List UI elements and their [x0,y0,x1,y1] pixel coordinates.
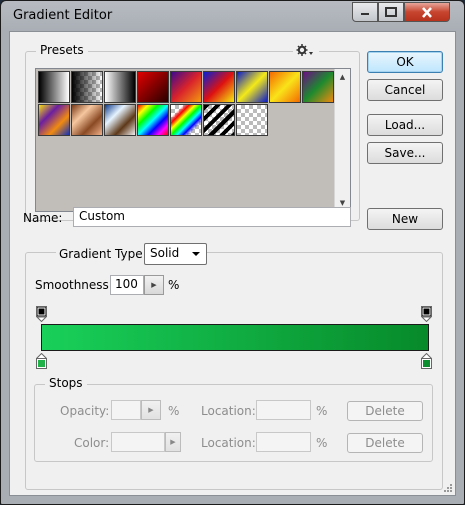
name-label: Name: [23,211,63,225]
opacity-location-field[interactable] [256,400,311,420]
opacity-slider-button[interactable]: ▶ [141,400,161,420]
gear-icon [296,44,313,56]
close-button[interactable] [404,2,450,22]
window-title: Gradient Editor [13,8,113,23]
opacity-stop-icon [36,306,47,322]
presets-scrollbar[interactable]: ▲ ▼ [334,69,350,211]
opacity-field[interactable] [111,400,141,420]
opacity-stop-right[interactable] [421,306,432,322]
color-stop-right[interactable] [421,353,432,369]
new-button[interactable]: New [367,208,443,230]
preset-swatch[interactable] [203,71,235,103]
dialog-body: Presets ▲ ▼ OK Cancel Load... Save... Na… [9,31,456,496]
preset-swatch[interactable] [137,71,169,103]
minimize-button[interactable] [352,2,378,22]
arrow-right-icon: ▶ [148,406,154,414]
smoothness-unit: % [168,278,180,292]
cancel-button[interactable]: Cancel [367,79,443,101]
smoothness-field[interactable]: 100 [110,275,144,295]
delete-color-stop-button[interactable]: Delete [347,433,423,453]
color-location-label: Location: [201,436,256,450]
stops-label: Stops [45,376,87,390]
preset-swatch[interactable] [302,71,334,103]
preset-swatch[interactable] [104,71,136,103]
arrow-right-icon: ▶ [170,438,176,446]
opacity-label: Opacity: [60,404,110,418]
preset-swatch[interactable] [71,71,103,103]
ok-button[interactable]: OK [367,51,443,73]
preset-swatch[interactable] [137,104,169,136]
gradient-preview-bar[interactable] [41,324,429,351]
color-location-unit: % [316,436,328,450]
save-button[interactable]: Save... [367,142,443,164]
color-label: Color: [74,436,110,450]
preset-swatch[interactable] [71,104,103,136]
opacity-location-label: Location: [201,404,256,418]
opacity-stop-icon [421,306,432,322]
scroll-up-icon[interactable]: ▲ [335,69,350,85]
arrow-right-icon: ▶ [151,281,157,289]
color-stop-icon [421,353,432,369]
preset-swatch[interactable] [269,71,301,103]
maximize-button[interactable] [378,2,404,22]
delete-opacity-stop-button[interactable]: Delete [347,401,423,421]
preset-swatch[interactable] [170,104,202,136]
minimize-icon [361,13,369,15]
gradient-editor-window: Gradient Editor Presets ▲ ▼ OK Cancel Lo… [0,0,465,505]
preset-swatch[interactable] [38,71,70,103]
maximize-icon [385,7,397,17]
load-button[interactable]: Load... [367,114,443,136]
presets-list[interactable]: ▲ ▼ [35,68,351,212]
gradient-type-label: Gradient Type: [56,247,150,261]
close-icon [422,6,432,18]
opacity-unit: % [168,404,180,418]
title-bar[interactable]: Gradient Editor [1,1,464,31]
preset-swatch[interactable] [170,71,202,103]
presets-label: Presets [36,43,88,57]
resize-grip-icon[interactable] [443,483,453,493]
name-field[interactable]: Custom [73,207,351,227]
preset-swatch[interactable] [38,104,70,136]
color-stop-icon [36,353,47,369]
gradient-type-value: Solid [150,246,180,260]
dropdown-arrow-icon [192,252,200,256]
color-swatch-field[interactable] [111,432,165,452]
color-stop-left[interactable] [36,353,47,369]
smoothness-label: Smoothness: [35,278,113,292]
smoothness-slider-button[interactable]: ▶ [144,275,164,295]
color-menu-button[interactable]: ▶ [165,432,181,452]
presets-menu-button[interactable] [293,43,319,59]
gradient-type-select[interactable]: Solid [144,243,207,265]
opacity-location-unit: % [316,404,328,418]
preset-swatch[interactable] [236,71,268,103]
preset-swatch[interactable] [203,104,235,136]
opacity-stop-left[interactable] [36,306,47,322]
preset-swatch[interactable] [236,104,268,136]
color-location-field[interactable] [256,432,311,452]
preset-swatch[interactable] [104,104,136,136]
